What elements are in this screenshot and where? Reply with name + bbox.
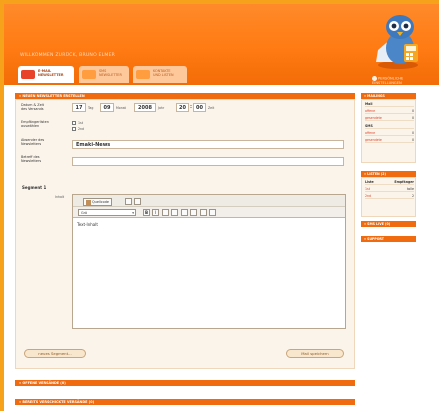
subject-input[interactable]	[72, 157, 344, 166]
list-row-1st[interactable]: 1st tolle	[365, 187, 414, 192]
segment-content-label: Inhalt	[55, 195, 65, 199]
link-icon[interactable]	[181, 209, 188, 216]
mail-open-row[interactable]: offene 0	[365, 109, 414, 114]
source-button[interactable]: Quellcode	[83, 197, 112, 206]
contacts-icon	[136, 70, 150, 79]
recipient-1st-checkbox[interactable]	[72, 121, 76, 125]
sms-sent-row[interactable]: gesendete 0	[365, 138, 414, 143]
editor-toolbar: Quellcode	[73, 195, 345, 207]
undo-icon[interactable]	[200, 209, 207, 216]
source-icon	[85, 200, 91, 205]
unordered-list-icon[interactable]	[171, 209, 178, 216]
mail-sent-label: gesendete	[365, 116, 382, 120]
list-2nd-count: 2	[411, 194, 414, 198]
subject-label: Betreff des Newsletters	[21, 155, 41, 163]
support-header[interactable]: » SUPPORT	[361, 236, 416, 242]
editor-content[interactable]: Text-Inhalt	[77, 222, 98, 227]
image-icon[interactable]	[134, 197, 141, 205]
sms-open-count: 0	[411, 131, 414, 135]
personal-settings-link[interactable]: PERSÖNLICHE EINSTELLUNGEN	[372, 76, 403, 85]
sms-header: SMS	[365, 124, 414, 129]
sms-live-header[interactable]: » SMS LIVE (0)	[361, 221, 416, 227]
list-1st-count: tolle	[407, 187, 414, 191]
tab-sms-newsletter-line2: NEWSLETTER	[99, 72, 122, 77]
lists-col-recipients: Empfänger	[394, 180, 414, 184]
mail-open-count: 0	[411, 109, 414, 113]
segment-title: Segment 1	[22, 185, 47, 190]
day-unit: Tag	[88, 106, 94, 110]
redo-icon[interactable]	[209, 209, 216, 216]
recipient-2nd-checkbox[interactable]	[72, 127, 76, 131]
lists-column-header: Liste Empfänger	[365, 180, 414, 185]
font-size-select[interactable]: Grö ▾	[78, 209, 136, 216]
email-icon	[21, 70, 35, 79]
italic-button[interactable]: I	[152, 209, 159, 216]
open-sends-header[interactable]: » OFFENE VERSÄNDE (0)	[15, 380, 355, 386]
new-segment-button[interactable]: neues Segment...	[24, 349, 86, 358]
mail-open-label: offene	[365, 109, 376, 113]
mailings-panel: Mail offene 0 gesendete 0 SMS offene 0 g…	[361, 99, 416, 163]
chevron-down-icon: ▾	[132, 211, 134, 215]
hour-input[interactable]: 20	[176, 103, 189, 112]
sms-sent-count: 0	[411, 138, 414, 142]
tab-contacts-lists-line2: UND LISTEN	[153, 72, 174, 77]
list-row-2nd[interactable]: 2nd 2	[365, 194, 414, 199]
sms-sent-label: gesendete	[365, 138, 382, 142]
save-mail-button[interactable]: Mail speichern	[286, 349, 344, 358]
lists-panel: Liste Empfänger 1st tolle 2nd 2	[361, 177, 416, 217]
recipients-label: Empfängerlisten auswählen	[21, 120, 49, 128]
tab-sms-newsletter[interactable]: SMS NEWSLETTER	[79, 66, 129, 83]
month-unit: Monat	[116, 106, 126, 110]
list-1st-label: 1st	[365, 187, 370, 191]
year-input[interactable]: 2008	[134, 103, 156, 112]
recipient-1st-label: 1st	[78, 121, 83, 125]
recipient-2nd-label: 2nd	[78, 127, 85, 131]
lists-col-list: Liste	[365, 180, 374, 184]
list-2nd-label: 2nd	[365, 194, 372, 198]
ordered-list-icon[interactable]	[162, 209, 169, 216]
welcome-text: WILLKOMMEN ZURÜCK, BRUNO ELMER	[20, 53, 116, 58]
time-separator: :	[190, 104, 192, 110]
source-button-label: Quellcode	[92, 199, 109, 204]
tab-email-newsletter-line2: NEWSLETTER	[38, 72, 64, 77]
date-label-line2: des Versands	[21, 107, 44, 111]
mail-header: Mail	[365, 102, 414, 107]
bold-button[interactable]: B	[143, 209, 150, 216]
rich-text-editor: Quellcode Grö ▾ B I Text-Inhalt	[72, 194, 346, 329]
subject-label-line2: Newsletters	[21, 159, 42, 163]
recipients-label-line2: auswählen	[21, 124, 40, 128]
sms-open-row[interactable]: offene 0	[365, 131, 414, 136]
editor-format-toolbar: Grö ▾ B I	[73, 207, 345, 218]
minute-input[interactable]: 00	[193, 103, 206, 112]
date-label: Datum & Zeit des Versands	[21, 103, 44, 111]
mail-sent-count: 0	[411, 116, 414, 120]
sms-icon	[82, 70, 96, 79]
year-unit: Jahr	[158, 106, 165, 110]
settings-link-line1: PERSÖNLICHE	[378, 76, 404, 81]
tab-email-newsletter[interactable]: E-MAIL NEWSLETTER	[18, 66, 74, 83]
sender-label: Absender des Newsletters	[21, 138, 44, 146]
sent-sends-header[interactable]: » BEREITS VERSCHICKTE VERSÄNDE (0)	[15, 399, 355, 405]
sms-open-label: offene	[365, 131, 376, 135]
mail-sent-row[interactable]: gesendete 0	[365, 116, 414, 121]
month-input[interactable]: 09	[100, 103, 114, 112]
sender-input[interactable]: Emaki-News	[72, 140, 344, 149]
day-input[interactable]: 17	[72, 103, 86, 112]
time-unit: Zeit	[208, 106, 215, 110]
paste-icon[interactable]	[125, 197, 132, 205]
unlink-icon[interactable]	[190, 209, 197, 216]
tab-contacts-lists[interactable]: KONTAKTE UND LISTEN	[133, 66, 187, 83]
font-size-value: Grö	[81, 211, 88, 215]
mascot-icon	[376, 15, 418, 69]
sender-label-line2: Newsletters	[21, 142, 42, 146]
